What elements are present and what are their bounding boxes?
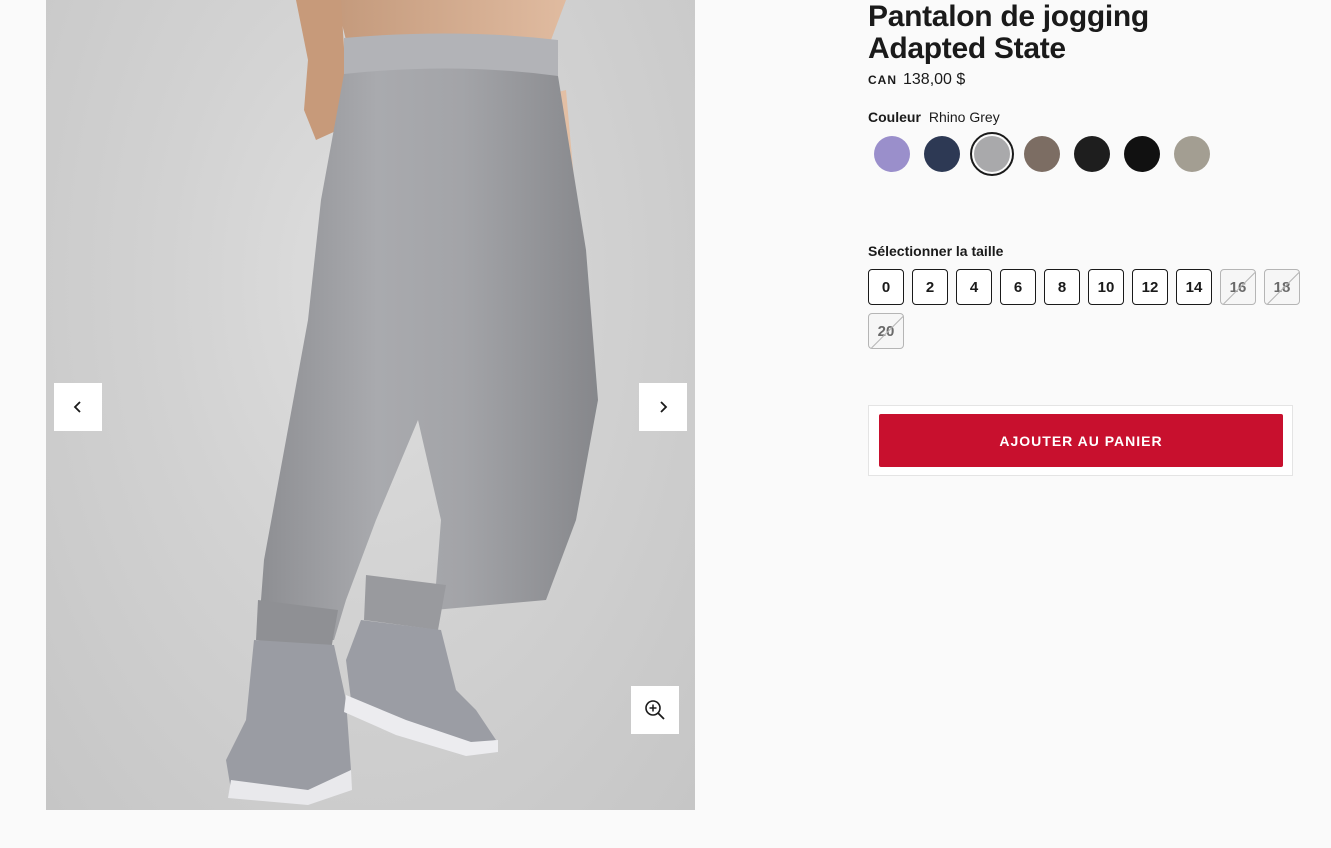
selected-color-name: Rhino Grey	[928, 109, 1000, 125]
color-swatch-dot	[924, 136, 960, 172]
size-option-20[interactable]: 20	[868, 313, 904, 349]
size-option-6[interactable]: 6	[1000, 269, 1036, 305]
color-swatches	[870, 132, 1214, 176]
chevron-left-icon	[73, 401, 81, 413]
color-swatch-black-2[interactable]	[1120, 132, 1164, 176]
color-swatch-rhino-grey[interactable]	[970, 132, 1014, 176]
size-option-10[interactable]: 10	[1088, 269, 1124, 305]
size-option-4[interactable]: 4	[956, 269, 992, 305]
color-swatch-dot	[874, 136, 910, 172]
size-option-2[interactable]: 2	[912, 269, 948, 305]
size-option-8[interactable]: 8	[1044, 269, 1080, 305]
color-swatch-dot	[974, 136, 1010, 172]
size-option-12[interactable]: 12	[1132, 269, 1168, 305]
product-info: Pantalon de jogging Adapted State CAN 13…	[868, 0, 1308, 476]
product-title-line2: Adapted State	[868, 32, 1066, 65]
price-amount: 138,00 $	[903, 71, 966, 88]
size-option-18[interactable]: 18	[1264, 269, 1300, 305]
price-currency: CAN	[868, 73, 897, 87]
add-to-cart-panel: AJOUTER AU PANIER	[868, 405, 1293, 476]
color-swatch-navy[interactable]	[920, 132, 964, 176]
size-label: Sélectionner la taille	[868, 243, 1004, 259]
product-title-line1: Pantalon de jogging	[868, 0, 1149, 33]
size-option-14[interactable]: 14	[1176, 269, 1212, 305]
next-image-button[interactable]	[639, 383, 687, 431]
zoom-in-icon	[645, 700, 665, 720]
color-swatch-dot	[1124, 136, 1160, 172]
size-options: 0 2 4 6 8 10 12 14 16 18 20	[868, 269, 1308, 349]
color-selection-header: Couleur Rhino Grey	[868, 109, 1308, 125]
color-swatch-dot	[1174, 136, 1210, 172]
color-swatch-black[interactable]	[1070, 132, 1114, 176]
zoom-button[interactable]	[631, 686, 679, 734]
product-image-gallery	[46, 0, 695, 810]
color-swatch-heathered-khaki[interactable]	[1170, 132, 1214, 176]
color-swatch-taupe[interactable]	[1020, 132, 1064, 176]
color-label: Couleur	[868, 109, 921, 125]
product-price: CAN 138,00 $	[868, 71, 1308, 89]
previous-image-button[interactable]	[54, 383, 102, 431]
product-title: Pantalon de jogging Adapted State	[868, 1, 1308, 65]
add-to-cart-button[interactable]: AJOUTER AU PANIER	[879, 414, 1283, 467]
size-option-16[interactable]: 16	[1220, 269, 1256, 305]
color-swatch-lavender[interactable]	[870, 132, 914, 176]
product-photo	[226, 0, 598, 805]
size-option-0[interactable]: 0	[868, 269, 904, 305]
chevron-right-icon	[660, 401, 668, 413]
color-swatch-dot	[1024, 136, 1060, 172]
product-page: Pantalon de jogging Adapted State CAN 13…	[0, 0, 1331, 848]
color-swatch-dot	[1074, 136, 1110, 172]
